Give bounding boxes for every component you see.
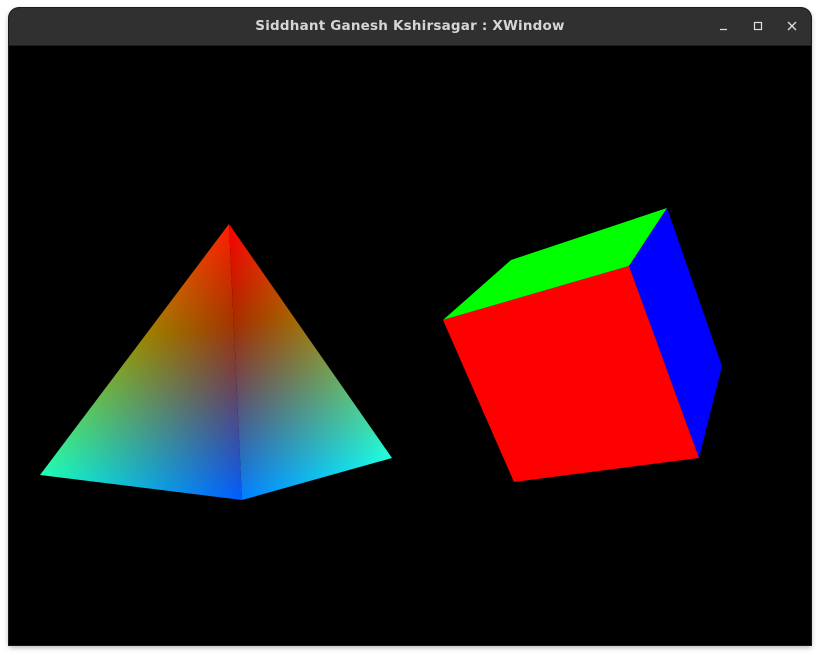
render-canvas[interactable] [9, 46, 811, 645]
cube [443, 208, 722, 482]
minimize-button[interactable] [712, 14, 736, 38]
app-window: Siddhant Ganesh Kshirsagar : XWindow [9, 8, 811, 645]
scene-svg [40, 208, 722, 500]
close-icon [787, 21, 797, 31]
maximize-button[interactable] [746, 14, 770, 38]
pyramid [40, 224, 392, 500]
title-bar[interactable]: Siddhant Ganesh Kshirsagar : XWindow [9, 8, 811, 46]
close-button[interactable] [780, 14, 804, 38]
minimize-icon [720, 28, 727, 31]
maximize-icon [753, 21, 763, 31]
window-title: Siddhant Ganesh Kshirsagar : XWindow [255, 18, 565, 34]
